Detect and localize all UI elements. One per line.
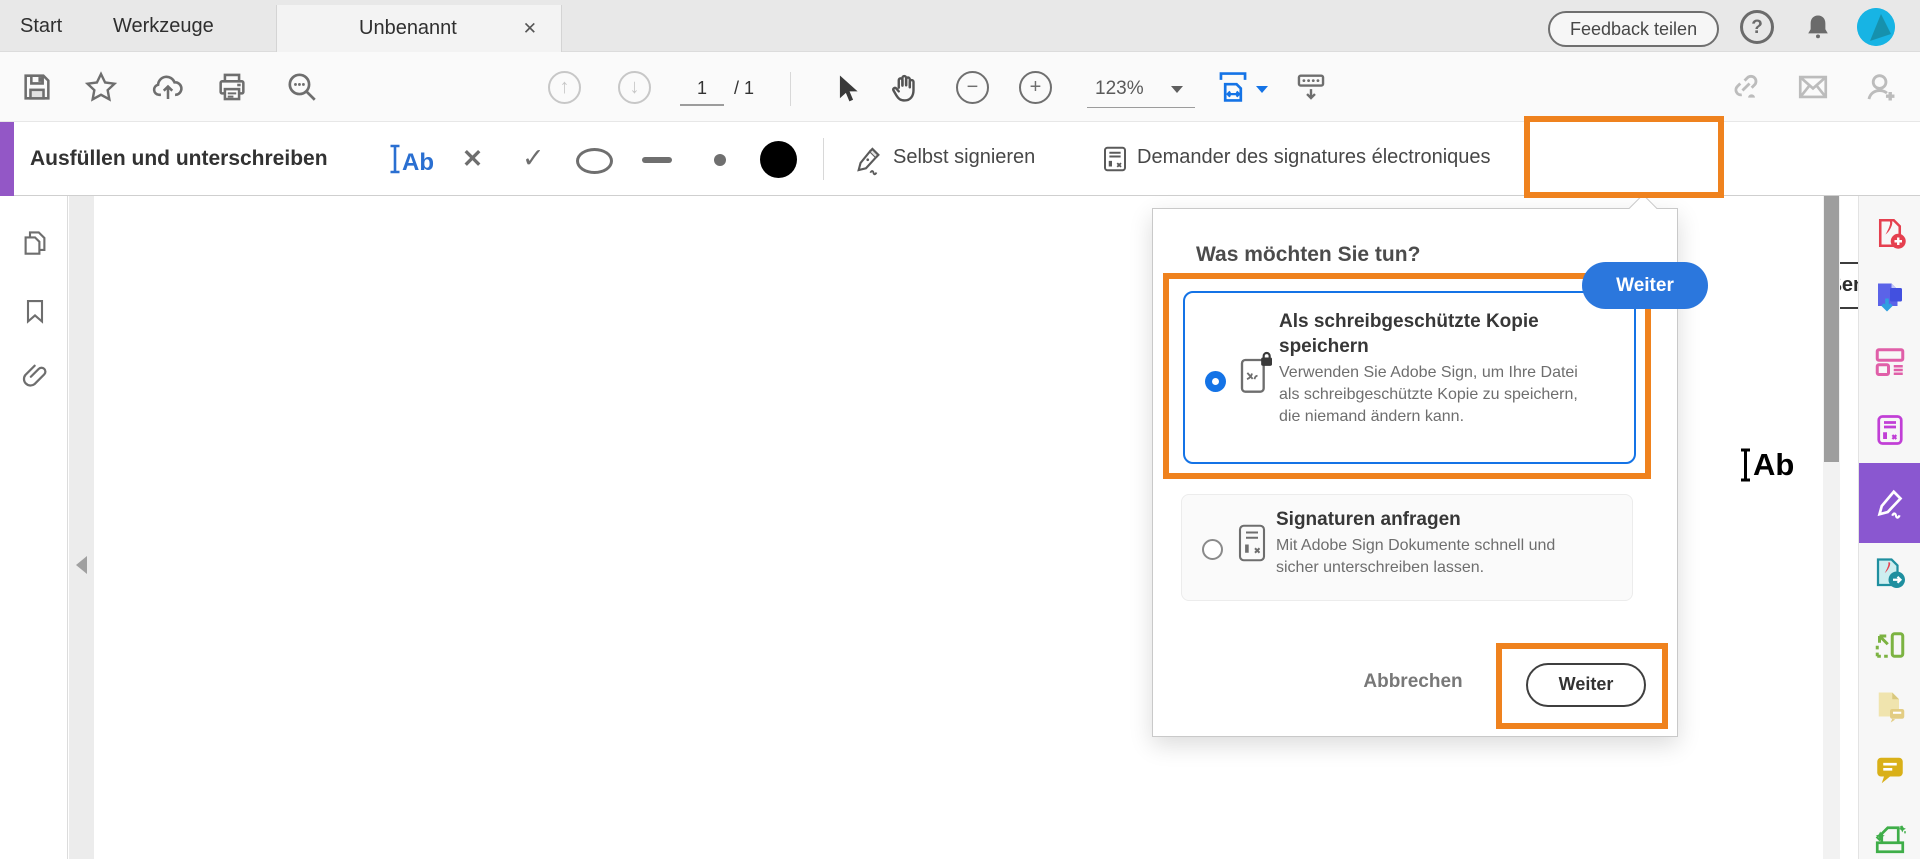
option-request-signatures[interactable]: Signaturen anfragen Mit Adobe Sign Dokum… [1181,494,1633,601]
crop-pages-icon[interactable] [1872,624,1908,660]
option-description: Mit Adobe Sign Dokumente schnell und sic… [1276,535,1596,579]
document-tab-label: Unbenannt [359,5,457,52]
option-title: Signaturen anfragen [1276,507,1596,532]
close-tab-icon[interactable]: ✕ [523,5,537,52]
text-cursor-label: Ab [1753,447,1794,483]
notifications-bell-icon[interactable] [1801,11,1835,45]
line-annotation-tool[interactable] [642,157,672,163]
send-for-review-icon[interactable] [1872,555,1908,591]
fill-sign-title: Ausfüllen und unterschreiben [30,122,328,196]
zoom-level-value: 123% [1095,78,1144,100]
comments-icon[interactable] [1872,751,1908,787]
tab-werkzeuge[interactable]: Werkzeuge [113,0,214,52]
tab-start[interactable]: Start [20,0,62,52]
left-navigation-rail [0,196,68,859]
fill-sign-text-cursor: Ab [1738,446,1794,484]
signature-document-icon [1234,521,1270,565]
scan-ocr-icon[interactable] [1872,821,1908,857]
divider [790,72,791,106]
text-cursor-icon [1738,446,1753,484]
compare-files-icon[interactable] [1872,688,1908,724]
favorite-star-icon[interactable] [84,70,118,104]
fit-width-icon[interactable] [1216,70,1250,104]
print-icon[interactable] [215,70,249,104]
attachments-icon[interactable] [20,362,50,392]
organize-pages-icon[interactable] [1872,343,1908,379]
export-pdf-icon[interactable] [1872,279,1908,315]
request-signatures-icon [1100,144,1130,174]
zoom-out-icon[interactable]: − [956,71,989,104]
search-icon[interactable] [285,70,319,104]
add-text-tool[interactable]: Ab [388,143,434,175]
tab-document[interactable]: Unbenannt ✕ [276,5,562,52]
panel-gutter [69,196,94,859]
highlight-box-continue-toolbar [1524,116,1724,198]
dialog-title: Was möchten Sie tun? [1196,243,1420,267]
dot-annotation-tool[interactable] [714,154,726,166]
hand-tool-icon[interactable] [888,70,922,104]
cloud-upload-icon[interactable] [151,70,185,104]
bookmarks-icon[interactable] [21,296,49,326]
create-pdf-icon[interactable] [1872,215,1908,251]
fill-sign-pen-icon [1872,485,1908,521]
request-signatures-button[interactable]: Demander des signatures électroniques [1137,146,1491,169]
cancel-button[interactable]: Abbrechen [1353,671,1473,693]
next-page-icon[interactable]: ↓ [618,71,651,104]
add-contact-icon[interactable] [1864,70,1898,104]
ink-color-swatch[interactable] [760,141,797,178]
feedback-button[interactable]: Feedback teilen [1548,11,1719,47]
add-text-label: Ab [402,151,434,175]
fill-sign-accent-bar [0,122,14,196]
request-e-signatures-icon[interactable] [1872,412,1908,448]
tab-bar: Start Werkzeuge Unbenannt ✕ Feedback tei… [0,0,1920,52]
acrobat-window: Start Werkzeuge Unbenannt ✕ Feedback tei… [0,0,1920,859]
fill-sign-active-tool[interactable] [1859,463,1920,543]
chevron-down-icon[interactable] [1256,86,1268,93]
cross-annotation-tool[interactable]: ✕ [462,144,483,174]
collapse-panel-icon[interactable] [76,556,87,574]
page-thumbnails-icon[interactable] [20,228,50,258]
previous-page-icon[interactable]: ↑ [548,71,581,104]
share-link-icon[interactable] [1729,70,1763,104]
page-count-label: / 1 [734,78,754,99]
zoom-level-select[interactable]: 123% [1087,74,1195,108]
scrollbar-thumb[interactable] [1824,196,1839,462]
highlight-box-continue-dialog [1496,643,1668,729]
divider [823,138,824,180]
radio-unselected-icon[interactable] [1202,539,1223,560]
sign-pen-icon [852,144,884,176]
page-number-input[interactable]: 1 [680,78,724,106]
chevron-down-icon [1171,86,1183,93]
page-display-mode-icon[interactable] [1294,70,1328,104]
email-icon[interactable] [1796,70,1830,104]
quick-toolbar: ↑ ↓ 1 / 1 − + 123% [0,52,1920,122]
account-avatar[interactable] [1857,8,1895,46]
check-annotation-tool[interactable]: ✓ [522,143,545,174]
zoom-in-icon[interactable]: + [1019,71,1052,104]
save-icon[interactable] [20,70,54,104]
sign-self-button[interactable]: Selbst signieren [893,146,1035,169]
text-cursor-icon [388,143,402,175]
vertical-scrollbar[interactable] [1823,196,1840,859]
help-icon[interactable]: ? [1740,10,1774,44]
circle-annotation-tool[interactable] [576,148,613,174]
right-tools-rail [1858,196,1920,859]
highlight-box-option-1 [1163,273,1651,479]
continue-button-toolbar[interactable]: Weiter [1582,262,1708,309]
select-tool-icon[interactable] [830,72,864,106]
